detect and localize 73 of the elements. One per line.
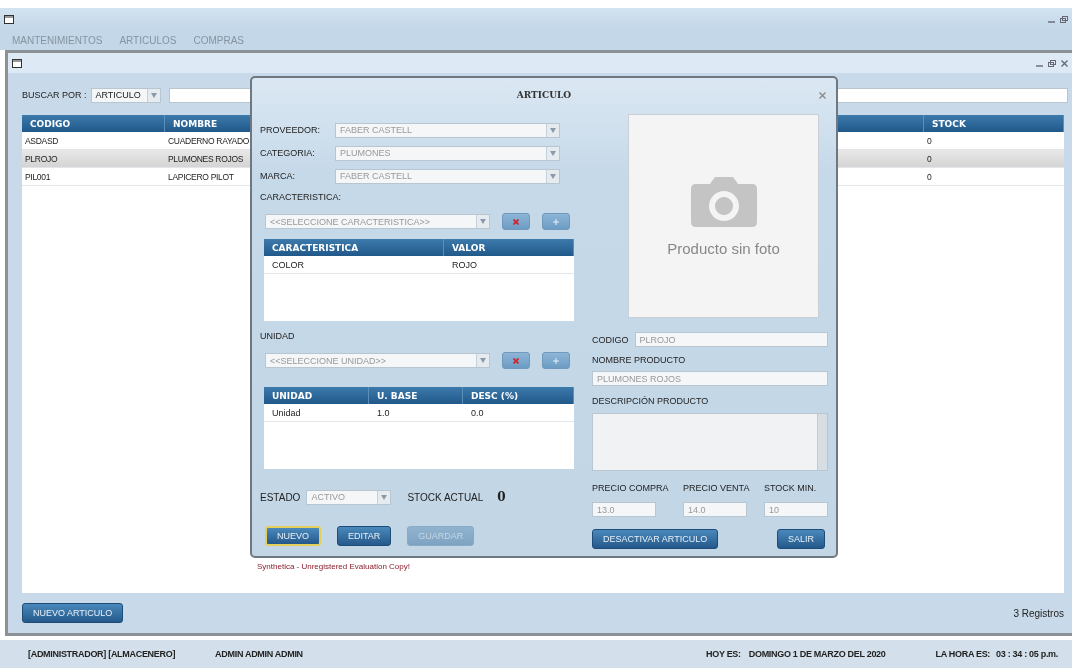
no-photo-caption: Producto sin foto bbox=[667, 239, 780, 257]
stock-value: 0 bbox=[497, 490, 506, 504]
delete-icon bbox=[513, 357, 519, 364]
description-field[interactable] bbox=[592, 413, 828, 471]
section-label: UNIDAD bbox=[260, 330, 296, 343]
plus-icon bbox=[553, 218, 559, 225]
action-button[interactable]: NUEVO bbox=[265, 526, 321, 546]
table-cell-text: PLUMONES ROJOS bbox=[167, 153, 244, 164]
table-cell-text: Unidad bbox=[271, 407, 301, 418]
table-cell-text: 0 bbox=[926, 153, 932, 164]
action-button[interactable]: SALIR bbox=[777, 529, 825, 549]
field-label: PRECIO VENTA bbox=[683, 483, 750, 493]
add-button[interactable] bbox=[542, 352, 570, 369]
field-label: MARCA: bbox=[260, 171, 296, 181]
remove-button[interactable] bbox=[502, 352, 530, 369]
restore-icon[interactable] bbox=[1060, 15, 1068, 23]
new-article-button[interactable]: NUEVO ARTICULO bbox=[22, 603, 124, 623]
table-cell-text: 0.0 bbox=[470, 407, 484, 418]
search-by-dropdown[interactable]: ARTICULO bbox=[90, 87, 161, 103]
user-roles: [ADMINISTRADOR] [ALMACENERO] bbox=[28, 649, 176, 659]
close-icon[interactable] bbox=[1061, 59, 1068, 67]
dialog-title: ARTICULO bbox=[516, 90, 572, 100]
add-button[interactable] bbox=[542, 213, 570, 230]
time-label: LA HORA ES: bbox=[935, 649, 991, 659]
column-header[interactable]: DESC (%) bbox=[463, 387, 574, 404]
window-icon bbox=[12, 58, 22, 68]
table-cell-text: ROJO bbox=[451, 259, 477, 270]
action-button[interactable]: EDITAR bbox=[337, 526, 392, 546]
table-cell-text: CUADERNO RAYADO bbox=[167, 135, 250, 146]
field-label: CODIGO bbox=[592, 334, 629, 345]
table-cell-text: 0 bbox=[926, 171, 932, 182]
table-cell-text: 1.0 bbox=[376, 407, 390, 418]
field-label: ESTADO bbox=[260, 491, 301, 503]
current-time: 03 : 34 : 05 p.m. bbox=[996, 649, 1058, 659]
table-cell-text: LAPICERO PILOT bbox=[167, 171, 234, 182]
field-label: STOCK ACTUAL bbox=[407, 491, 484, 503]
action-button[interactable]: DESACTIVAR ARTICULO bbox=[592, 529, 719, 549]
column-header[interactable]: U. BASE bbox=[369, 387, 463, 404]
table-cell-text: ASDASD bbox=[24, 135, 59, 146]
table-cell-text: 0 bbox=[926, 135, 932, 146]
dropdown[interactable]: <<SELECCIONE CARACTERISTICA>> bbox=[265, 214, 490, 229]
current-date: DOMINGO 1 DE MARZO DEL 2020 bbox=[748, 649, 886, 659]
table-cell-text: COLOR bbox=[271, 259, 304, 270]
field-label: STOCK MIN. bbox=[764, 483, 818, 493]
section-label: CARACTERISTICA: bbox=[260, 191, 342, 204]
remove-button[interactable] bbox=[502, 213, 530, 230]
table-cell-text: PLROJO bbox=[24, 153, 58, 164]
field-label: DESCRIPCIÓN PRODUCTO bbox=[592, 396, 710, 408]
camera-icon bbox=[689, 175, 758, 228]
field-label: PRECIO COMPRA bbox=[592, 483, 669, 493]
column-header[interactable]: STOCK bbox=[924, 115, 1064, 132]
date-label: HOY ES: bbox=[706, 649, 741, 659]
user-name: ADMIN ADMIN ADMIN bbox=[215, 649, 303, 659]
menu-item[interactable]: ARTICULOS bbox=[119, 34, 177, 46]
field-label: NOMBRE PRODUCTO bbox=[592, 355, 687, 367]
field-label: CATEGORIA: bbox=[260, 148, 316, 158]
search-label: BUSCAR POR : bbox=[22, 90, 87, 100]
menu-item[interactable]: MANTENIMIENTOS bbox=[12, 34, 103, 46]
field-label: PROVEEDOR: bbox=[260, 125, 321, 135]
window-icon bbox=[4, 14, 14, 24]
close-icon[interactable] bbox=[819, 92, 826, 99]
license-notice: Synthetica - Unregistered Evaluation Copy! bbox=[257, 562, 410, 571]
column-header[interactable]: CARACTERISTICA bbox=[264, 239, 444, 256]
record-count: 3 Registros bbox=[1013, 607, 1064, 619]
delete-icon bbox=[513, 218, 519, 225]
column-header[interactable]: CODIGO bbox=[22, 115, 165, 132]
menu-item[interactable]: COMPRAS bbox=[193, 34, 244, 46]
restore-icon[interactable] bbox=[1048, 59, 1056, 67]
plus-icon bbox=[553, 357, 559, 364]
column-header[interactable]: UNIDAD bbox=[264, 387, 369, 404]
dropdown[interactable]: <<SELECCIONE UNIDAD>> bbox=[265, 353, 490, 368]
table-cell-text: PIL001 bbox=[24, 171, 51, 182]
column-header[interactable]: VALOR bbox=[444, 239, 574, 256]
